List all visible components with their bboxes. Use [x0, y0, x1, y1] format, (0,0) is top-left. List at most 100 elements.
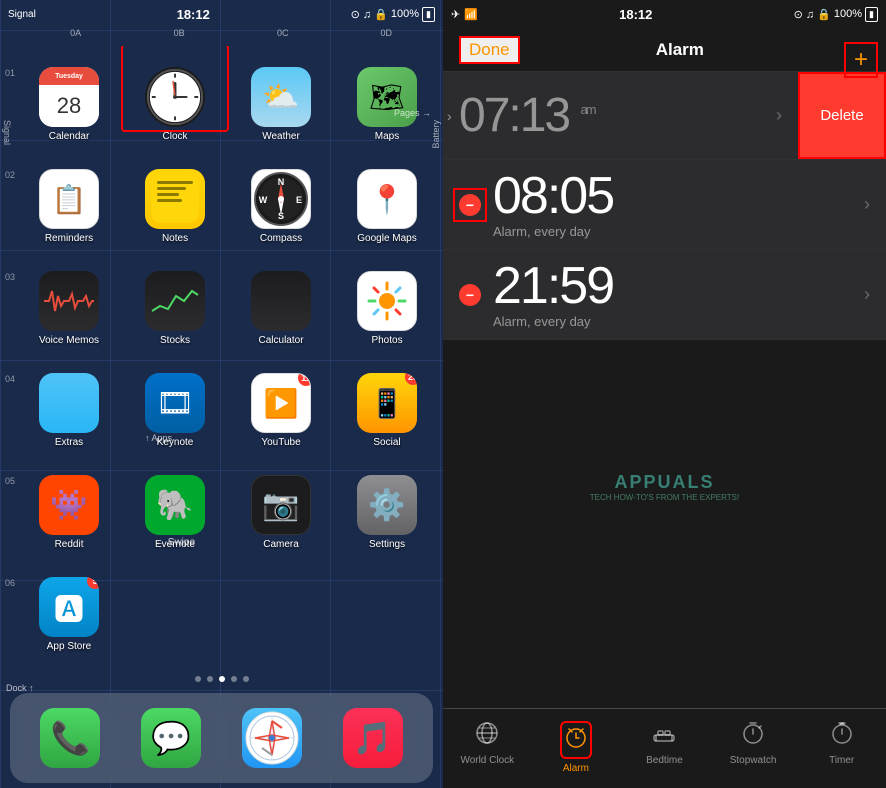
app-row-1: 01 Tuesday 28 Calendar	[5, 46, 438, 146]
app-row-6: 06 🅰 5 App Store	[5, 556, 438, 656]
app-youtube[interactable]: ▶️ 11 YouTube	[229, 352, 333, 452]
status-bar: Signal 18:12 ⊙ ♫ 🔒 100% ▮	[0, 0, 443, 28]
youtube-badge: 11	[298, 373, 311, 386]
col-header-0b: 0B	[127, 28, 231, 44]
timer-label: Timer	[829, 755, 854, 766]
alarm-item-3[interactable]: − 21:59 Alarm, every day ›	[443, 250, 886, 339]
world-clock-label: World Clock	[460, 755, 514, 766]
app-voice-memos[interactable]: Voice Memos	[17, 250, 121, 350]
svg-text:E: E	[296, 195, 302, 205]
stocks-svg	[150, 281, 200, 321]
tab-stopwatch[interactable]: Stopwatch	[709, 717, 798, 770]
wifi-icon: 📶	[464, 8, 478, 21]
app-app-store[interactable]: 🅰 5 App Store	[17, 556, 121, 656]
alarm-title: Alarm	[656, 40, 704, 60]
app-row-2: 02 📋 Reminders	[5, 148, 438, 248]
world-clock-icon	[475, 721, 499, 751]
clock-face-svg	[146, 68, 204, 126]
dock-music[interactable]: 🎵	[343, 708, 403, 768]
app-maps[interactable]: 🗺 Maps	[335, 46, 439, 146]
app-notes[interactable]: Notes	[123, 148, 227, 248]
col-header-0c: 0C	[231, 28, 335, 44]
alarm-toggle-3[interactable]: −	[459, 284, 481, 306]
app-clock[interactable]: Clock	[123, 46, 227, 146]
signal-label: Signal	[2, 120, 12, 145]
time-display: 18:12	[177, 7, 210, 22]
app-social[interactable]: 📱 25 Social	[335, 352, 439, 452]
alarm-tab-bar: World Clock Alarm	[443, 708, 886, 788]
app-row-5: 05 👾 Reddit 🐘 Evernote 📷	[5, 454, 438, 554]
status-icons: ⊙ ♫ 🔒	[351, 8, 388, 21]
tab-bedtime[interactable]: Bedtime	[620, 717, 709, 770]
app-google-maps[interactable]: 📍 Google Maps	[335, 148, 439, 248]
app-row-3: 03 Voice Memos Stock	[5, 250, 438, 350]
add-alarm-button[interactable]: +	[854, 46, 868, 73]
tab-timer[interactable]: Timer	[797, 717, 886, 770]
page-dot-3	[219, 676, 225, 682]
delete-button[interactable]: Delete	[798, 72, 886, 159]
bedtime-icon	[652, 721, 676, 751]
app-camera[interactable]: 📷 Camera	[229, 454, 333, 554]
tab-world-clock[interactable]: World Clock	[443, 717, 532, 770]
dock: 📞 💬 🎵	[10, 693, 433, 783]
app-reminders[interactable]: 📋 Reminders	[17, 148, 121, 248]
app-reddit[interactable]: 👾 Reddit	[17, 454, 121, 554]
dock-safari[interactable]	[242, 708, 302, 768]
col-header-0a: 0A	[24, 28, 128, 44]
alarm-list: Delete 07:13 am › ›	[443, 72, 886, 708]
alarm-tab-label: Alarm	[563, 763, 589, 774]
app-keynote[interactable]: 🎞 Keynote	[123, 352, 227, 452]
app-photos[interactable]: Photos	[335, 250, 439, 350]
alarm-battery-percent: 100%	[834, 8, 862, 20]
alarm-tab-icon	[564, 725, 588, 755]
alarm-toggle-2[interactable]: −	[459, 194, 481, 216]
col-header-0d: 0D	[334, 28, 438, 44]
done-button[interactable]: Done	[459, 36, 520, 64]
alarm-subtitle-2: Alarm, every day	[493, 224, 864, 239]
svg-text:W: W	[259, 195, 268, 205]
app-settings[interactable]: ⚙️ Settings	[335, 454, 439, 554]
bedtime-label: Bedtime	[646, 755, 683, 766]
app-calculator[interactable]: Calculator	[229, 250, 333, 350]
alarm-item-1[interactable]: 07:13 am ›	[443, 72, 798, 159]
app-evernote[interactable]: 🐘 Evernote	[123, 454, 227, 554]
alarm-item-2[interactable]: − 08:05 Alarm, every day ›	[443, 160, 886, 249]
social-badge: 25	[405, 373, 417, 385]
alarm-battery-icon: ▮	[865, 7, 878, 22]
app-weather[interactable]: ⛅ Weather	[229, 46, 333, 146]
safari-icon	[245, 711, 299, 765]
airplane-icon: ✈	[451, 8, 460, 21]
page-dot-4	[231, 676, 237, 682]
right-panel: ✈ 📶 18:12 ⊙ ♫ 🔒 100% ▮ Done Alarm + Dele…	[443, 0, 886, 788]
app-compass[interactable]: N S W E Compass	[229, 148, 333, 248]
app-row-4: 04 Extras 🎞 Keynote	[5, 352, 438, 452]
alarm-time-2: 08:05	[493, 170, 864, 222]
swipe-arrow: ›	[443, 108, 452, 124]
battery-percent: 100%	[391, 8, 419, 20]
app-calendar[interactable]: Tuesday 28 Calendar	[17, 46, 121, 146]
alarm-item-wrapper-1: Delete 07:13 am › ›	[443, 72, 886, 160]
empty-cell-3	[335, 556, 439, 656]
alarm-nav-bar: Done Alarm +	[443, 28, 886, 72]
timer-icon	[830, 721, 854, 751]
battery-label: Battery	[431, 120, 441, 149]
appstore-badge: 5	[87, 577, 99, 589]
app-grid: 01 Tuesday 28 Calendar	[0, 46, 443, 669]
dock-messages[interactable]: 💬	[141, 708, 201, 768]
photos-svg	[365, 279, 409, 323]
alarm-chevron-1: ›	[776, 105, 782, 126]
app-stocks[interactable]: Stocks	[123, 250, 227, 350]
alarm-chevron-3: ›	[864, 284, 870, 305]
page-dot-2	[207, 676, 213, 682]
alarm-period-1: am	[580, 102, 594, 117]
app-extras[interactable]: Extras	[17, 352, 121, 452]
left-panel: Battery Signal Signal 18:12 ⊙ ♫ 🔒 100% ▮…	[0, 0, 443, 788]
alarm-item-wrapper-2: − 08:05 Alarm, every day ›	[443, 160, 886, 250]
page-dot-1	[195, 676, 201, 682]
stopwatch-icon	[741, 721, 765, 751]
stopwatch-label: Stopwatch	[730, 755, 777, 766]
tab-alarm[interactable]: Alarm	[532, 717, 621, 778]
dock-phone[interactable]: 📞	[40, 708, 100, 768]
alarm-subtitle-3: Alarm, every day	[493, 314, 864, 329]
alarm-status-icons: ⊙ ♫ 🔒	[794, 8, 831, 21]
